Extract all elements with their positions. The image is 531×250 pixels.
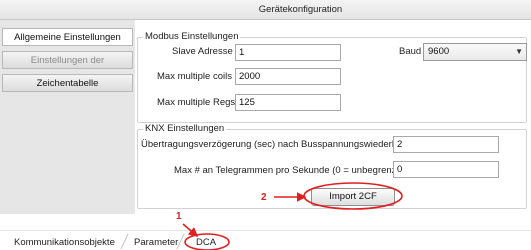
- delay-label: Übertragungsverzögerung (sec) nach Bussp…: [141, 139, 411, 150]
- tab-separator: [120, 234, 129, 249]
- sidebar: Allgemeine Einstellungen Einstellungen d…: [0, 20, 135, 214]
- telegrams-field[interactable]: 0: [393, 161, 499, 178]
- knx-group-title: KNX Einstellungen: [143, 123, 227, 134]
- baud-label: Baud: [399, 46, 422, 57]
- max-regs-label: Max multiple Regs: [157, 97, 236, 108]
- window-title-bar: Gerätekonfiguration: [0, 0, 531, 20]
- window-title: Gerätekonfiguration: [258, 4, 343, 15]
- import-button-label: Import 2CF: [329, 191, 377, 202]
- annotation-number-1: 1: [176, 211, 182, 222]
- sidebar-item-zeichentabelle[interactable]: Zeichentabelle: [2, 74, 133, 92]
- delay-field[interactable]: 2: [393, 136, 499, 153]
- sidebar-item-label: Zeichentabelle: [36, 78, 99, 89]
- tab-dca[interactable]: DCA: [196, 237, 216, 249]
- sidebar-item-datenpunkte[interactable]: Einstellungen der Datenpunkte: [2, 51, 133, 84]
- baud-select[interactable]: 9600 ▼: [423, 43, 527, 61]
- slave-address-label: Slave Adresse: [172, 46, 233, 57]
- max-regs-field[interactable]: 125: [235, 94, 341, 111]
- telegrams-label: Max # an Telegrammen pro Sekunde (0 = un…: [174, 165, 403, 176]
- max-coils-field[interactable]: 2000: [235, 68, 341, 85]
- caret-down-icon: ▼: [515, 47, 523, 56]
- baud-select-value: 9600: [428, 46, 450, 57]
- slave-address-field[interactable]: 1: [235, 44, 341, 61]
- annotation-number-2: 2: [261, 192, 267, 203]
- sidebar-item-allgemeine-einstellungen[interactable]: Allgemeine Einstellungen: [2, 28, 133, 46]
- import-2cf-button[interactable]: Import 2CF: [311, 188, 395, 206]
- tab-parameter[interactable]: Parameter: [134, 237, 178, 249]
- tab-kommunikationsobjekte[interactable]: Kommunikationsobjekte: [14, 237, 115, 249]
- sidebar-item-label: Allgemeine Einstellungen: [14, 32, 121, 43]
- modbus-group-title: Modbus Einstellungen: [143, 31, 241, 42]
- bottom-tab-bar: Kommunikationsobjekte Parameter DCA: [0, 230, 531, 250]
- settings-panel: Modbus Einstellungen Slave Adresse 1 Bau…: [135, 20, 531, 214]
- max-coils-label: Max multiple coils: [157, 71, 232, 82]
